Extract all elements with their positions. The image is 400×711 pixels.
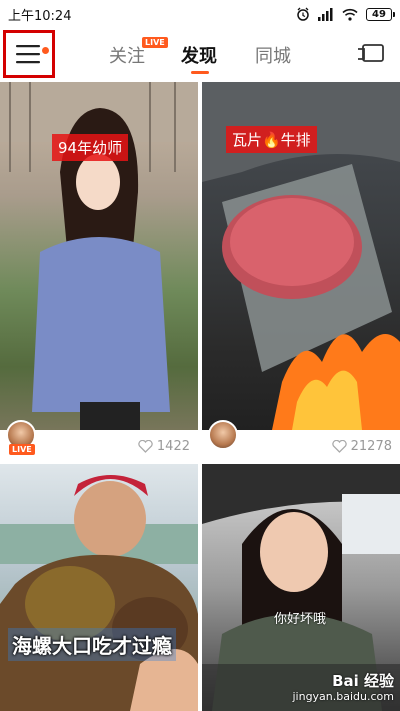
thumbnail-illustration bbox=[0, 475, 198, 711]
live-badge: LIVE bbox=[142, 37, 168, 48]
top-navigation: 关注 LIVE 发现 同城 bbox=[0, 28, 400, 80]
screen-cast-icon[interactable] bbox=[357, 43, 385, 65]
status-bar: 上午10:24 49 bbox=[0, 0, 400, 28]
video-caption: 瓦片🔥牛排 bbox=[226, 126, 317, 153]
likes-number: 1422 bbox=[156, 438, 190, 454]
tab-nearby[interactable]: 同城 bbox=[255, 42, 291, 68]
status-time: 上午10:24 bbox=[8, 8, 72, 24]
active-tab-indicator bbox=[191, 71, 209, 74]
tab-follow[interactable]: 关注 bbox=[109, 42, 145, 68]
live-badge: LIVE bbox=[9, 444, 35, 455]
likes-count: 1422 bbox=[138, 439, 190, 454]
tab-discover[interactable]: 发现 bbox=[181, 42, 217, 68]
notification-dot bbox=[42, 47, 49, 54]
alarm-icon bbox=[297, 7, 309, 21]
watermark: Bai 经验 jingyan.baidu.com bbox=[292, 672, 394, 703]
watermark-url: jingyan.baidu.com bbox=[292, 689, 394, 703]
video-subtitle: 你好坏哦 bbox=[274, 612, 327, 627]
likes-count: 21278 bbox=[331, 438, 392, 454]
status-icons: 49 bbox=[296, 7, 395, 21]
wifi-icon bbox=[342, 8, 358, 21]
likes-number: 21278 bbox=[350, 438, 392, 454]
watermark-logo: Bai 经验 bbox=[332, 671, 394, 690]
video-card[interactable]: 94年幼师 1422 LIVE bbox=[0, 82, 198, 462]
video-feed: 94年幼师 1422 LIVE 瓦片🔥牛排 21278 海螺大口吃才过瘾 你好坏… bbox=[0, 82, 400, 711]
heart-icon bbox=[331, 439, 347, 453]
video-caption: 海螺大口吃才过瘾 bbox=[8, 628, 176, 661]
video-card[interactable]: 海螺大口吃才过瘾 bbox=[0, 464, 198, 711]
battery-icon: 49 bbox=[366, 7, 395, 21]
hamburger-menu-icon bbox=[16, 45, 40, 64]
avatar[interactable] bbox=[208, 420, 238, 450]
tab-bar: 关注 LIVE 发现 同城 bbox=[0, 28, 400, 80]
video-caption: 94年幼师 bbox=[52, 134, 129, 161]
signal-icon bbox=[318, 7, 333, 21]
menu-button[interactable] bbox=[3, 30, 55, 78]
video-thumbnail bbox=[0, 464, 198, 711]
video-card[interactable]: 瓦片🔥牛排 21278 bbox=[202, 82, 400, 462]
video-card[interactable]: 你好坏哦 Bai 经验 jingyan.baidu.com bbox=[202, 464, 400, 711]
heart-icon bbox=[138, 439, 153, 453]
